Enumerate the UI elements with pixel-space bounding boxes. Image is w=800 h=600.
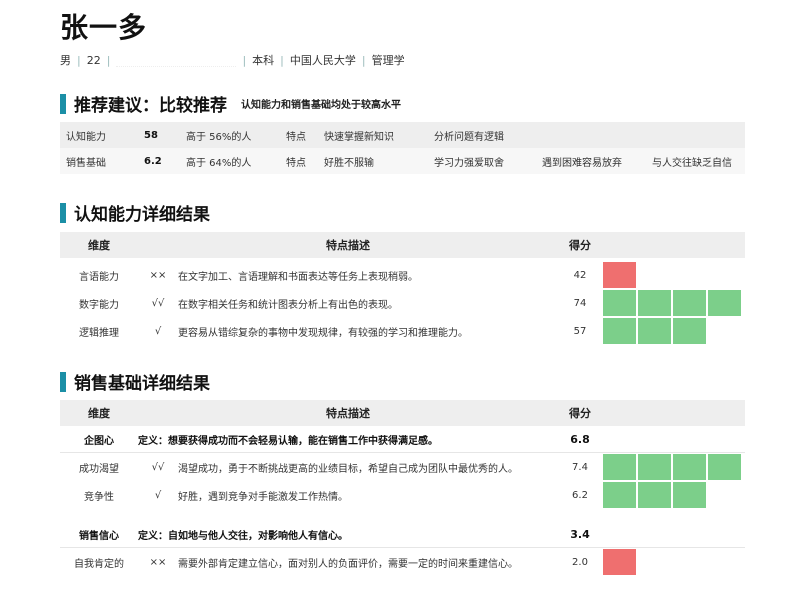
score-bar xyxy=(603,318,706,344)
table-row: 言语能力 ×× 在文字加工、言语理解和书面表达等任务上表现稍弱。 42 xyxy=(60,261,745,289)
score-bar-cell xyxy=(673,454,706,480)
cognitive-table: 维度 特点描述 得分 言语能力 ×× 在文字加工、言语理解和书面表达等任务上表现… xyxy=(60,232,745,345)
table-row: 自我肯定的 ×× 需要外部肯定建立信心，面对别人的负面评价，需要一定的时间来重建… xyxy=(60,548,745,576)
score-bar-cell xyxy=(638,454,671,480)
school: 中国人民大学 xyxy=(289,54,356,67)
score-bar xyxy=(603,549,636,575)
score-bar-cell xyxy=(638,290,671,316)
score-bar-cell xyxy=(673,290,706,316)
score-bar-cell xyxy=(673,482,706,508)
score-bar-cell xyxy=(708,290,741,316)
section-accent-bar xyxy=(60,371,66,392)
score-bar xyxy=(603,290,741,316)
table-header: 维度 特点描述 得分 xyxy=(60,400,745,426)
table-row: 数字能力 √√ 在数字相关任务和统计图表分析上有出色的表现。 74 xyxy=(60,289,745,317)
age: 22 xyxy=(86,53,101,67)
score-bar xyxy=(603,262,636,288)
report-page: 张一多 男 | 22 | | 本科 | 中国人民大学 | 管理学 推荐建议：比较… xyxy=(0,0,800,600)
recommendation-table: 认知能力 58 高于 56%的人 特点 快速掌握新知识 分析问题有逻辑 销售基础… xyxy=(60,122,745,174)
score-bar-cell xyxy=(603,318,636,344)
candidate-name: 张一多 xyxy=(60,11,148,44)
table-row: 销售基础 6.2 高于 64%的人 特点 好胜不服输 学习力强爱取舍 遇到困难容… xyxy=(60,148,745,174)
candidate-meta: 男 | 22 | | 本科 | 中国人民大学 | 管理学 xyxy=(60,53,405,67)
score-bar-cell xyxy=(638,318,671,344)
sales-table: 维度 特点描述 得分 企图心 定义：想要获得成功而不会轻易认输，能在销售工作中获… xyxy=(60,400,745,576)
score-bar-cell xyxy=(603,454,636,480)
score-bar-cell xyxy=(603,549,636,575)
score-bar-cell xyxy=(603,482,636,508)
table-row: 竞争性 √ 好胜，遇到竞争对手能激发工作热情。 6.2 xyxy=(60,481,745,509)
table-header: 维度 特点描述 得分 xyxy=(60,232,745,258)
score-bar xyxy=(603,454,741,480)
section-accent-bar xyxy=(60,93,66,114)
gender: 男 xyxy=(60,54,71,67)
table-row: 逻辑推理 √ 更容易从错综复杂的事物中发现规律，有较强的学习和推理能力。 57 xyxy=(60,317,745,345)
score-bar-cell xyxy=(708,454,741,480)
major: 管理学 xyxy=(371,54,405,67)
cognitive-title: 认知能力详细结果 xyxy=(60,200,210,225)
recommendation-subtitle: 认知能力和销售基础均处于较高水平 xyxy=(241,100,401,111)
score-bar-cell xyxy=(673,318,706,344)
score-bar-cell xyxy=(603,290,636,316)
table-row: 认知能力 58 高于 56%的人 特点 快速掌握新知识 分析问题有逻辑 xyxy=(60,122,745,148)
section-accent-bar xyxy=(60,202,66,223)
score-bar-cell xyxy=(638,482,671,508)
redacted-field xyxy=(116,53,237,67)
recommendation-title: 推荐建议：比较推荐 认知能力和销售基础均处于较高水平 xyxy=(60,91,401,116)
score-bar xyxy=(603,482,706,508)
sales-title: 销售基础详细结果 xyxy=(60,369,210,394)
table-row: 成功渴望 √√ 渴望成功，勇于不断挑战更高的业绩目标，希望自己成为团队中最优秀的… xyxy=(60,453,745,481)
group-row: 销售信心 定义：自如地与他人交往，对影响他人有信心。 3.4 xyxy=(79,527,590,542)
group-row: 企图心 定义：想要获得成功而不会轻易认输，能在销售工作中获得满足感。 6.8 xyxy=(84,432,590,447)
score-bar-cell xyxy=(603,262,636,288)
education: 本科 xyxy=(252,54,275,67)
